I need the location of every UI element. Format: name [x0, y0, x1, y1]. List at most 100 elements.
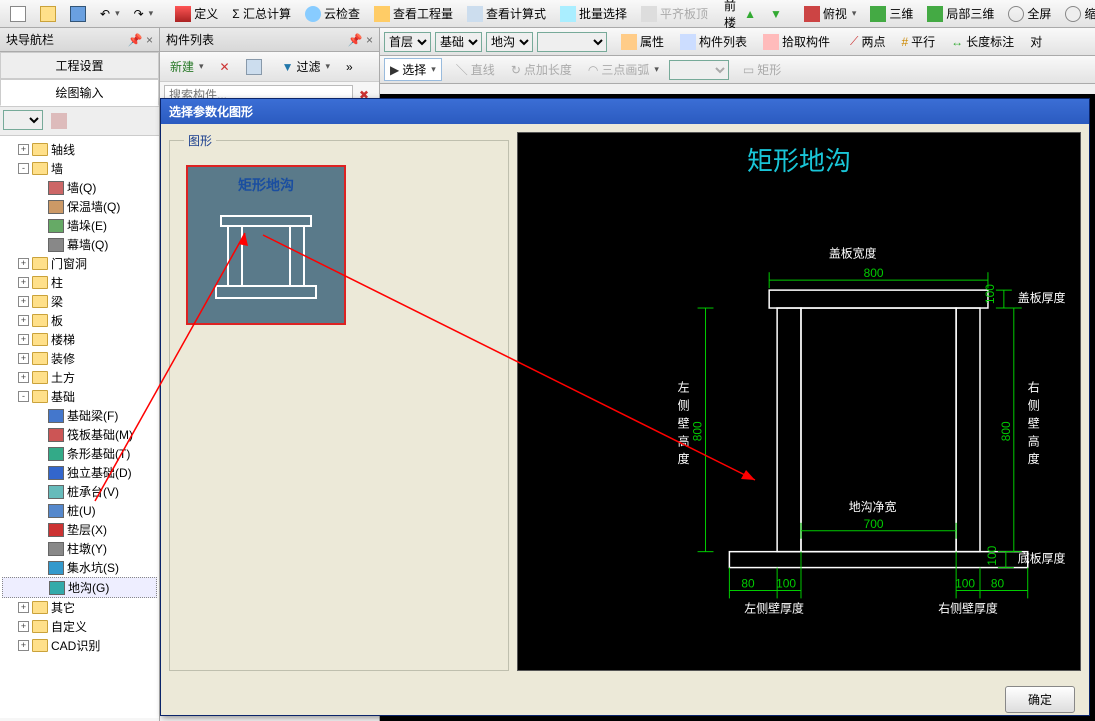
filter-button[interactable]: ▼ 过滤▾	[276, 55, 336, 78]
tree-item-6[interactable]: +门窗洞	[2, 254, 157, 273]
batch-select-button[interactable]: 批量选择	[554, 2, 633, 25]
component-tree[interactable]: +轴线-墙墙(Q)保温墙(Q)墙垛(E)幕墙(Q)+门窗洞+柱+梁+板+楼梯+装…	[0, 135, 159, 718]
perspective-button[interactable]: 俯视▾	[798, 2, 863, 25]
tree-item-19[interactable]: 桩(U)	[2, 501, 157, 520]
tab-draw-input[interactable]: 绘图输入	[0, 79, 159, 106]
tree-item-12[interactable]: +土方	[2, 368, 157, 387]
open-button[interactable]	[34, 3, 62, 25]
tree-item-25[interactable]: +自定义	[2, 617, 157, 636]
expand-icon[interactable]: +	[18, 372, 29, 383]
new-component-button[interactable]: 新建▾	[164, 55, 210, 78]
undo-button[interactable]: ↶▾	[94, 4, 126, 24]
type-select[interactable]: 地沟	[486, 32, 533, 52]
tree-item-7[interactable]: +柱	[2, 273, 157, 292]
folder-icon	[32, 601, 48, 614]
tree-item-4[interactable]: 墙垛(E)	[2, 216, 157, 235]
cloud-check-button[interactable]: 云检查	[299, 2, 366, 25]
tree-item-14[interactable]: 基础梁(F)	[2, 406, 157, 425]
expand-icon[interactable]: +	[18, 258, 29, 269]
floor-down-button[interactable]: ▼	[764, 4, 788, 24]
expand-icon[interactable]: +	[18, 602, 29, 613]
expand-icon[interactable]: -	[18, 391, 29, 402]
tree-item-17[interactable]: 独立基础(D)	[2, 463, 157, 482]
tree-item-0[interactable]: +轴线	[2, 140, 157, 159]
tree-item-9[interactable]: +板	[2, 311, 157, 330]
align-button[interactable]: 对	[1024, 30, 1048, 53]
expand-icon[interactable]: +	[18, 621, 29, 632]
shape-thumbnail[interactable]: 矩形地沟	[186, 165, 346, 325]
expand-icon[interactable]: -	[18, 163, 29, 174]
arc-len-button[interactable]: ↻点加长度	[505, 58, 578, 81]
tree-item-13[interactable]: -基础	[2, 387, 157, 406]
three-arc-button[interactable]: ◠三点画弧▾	[582, 58, 665, 81]
tree-item-8[interactable]: +梁	[2, 292, 157, 311]
expand-icon[interactable]: +	[18, 334, 29, 345]
instance-select[interactable]	[537, 32, 607, 52]
view-qty-button[interactable]: 查看工程量	[368, 2, 459, 25]
flat-top-button[interactable]: 平齐板顶	[635, 2, 714, 25]
tree-item-22[interactable]: 集水坑(S)	[2, 558, 157, 577]
view-calc-button[interactable]: 查看计算式	[461, 2, 552, 25]
tree-item-11[interactable]: +装修	[2, 349, 157, 368]
category-select[interactable]: 基础	[435, 32, 482, 52]
item-icon	[48, 466, 64, 480]
tree-item-24[interactable]: +其它	[2, 598, 157, 617]
svg-text:800: 800	[999, 421, 1013, 441]
save-button[interactable]	[64, 3, 92, 25]
expand-icon[interactable]: +	[18, 277, 29, 288]
tree-item-2[interactable]: 墙(Q)	[2, 178, 157, 197]
3d-button[interactable]: 三维	[864, 2, 919, 25]
property-button[interactable]: 属性	[615, 30, 670, 53]
tree-item-21[interactable]: 柱墩(Y)	[2, 539, 157, 558]
rect-tool-button[interactable]: ▭矩形	[737, 58, 787, 81]
expand-icon[interactable]: +	[18, 315, 29, 326]
two-point-button[interactable]: ⟋两点	[844, 30, 891, 53]
pin-icon[interactable]: 📌	[128, 33, 143, 47]
shape-group: 图形 矩形地沟	[169, 132, 509, 671]
folder-icon	[32, 620, 48, 633]
nav-tool-button[interactable]	[45, 110, 73, 132]
delete-button[interactable]: ✕	[214, 57, 236, 77]
close-icon[interactable]: ×	[366, 33, 373, 47]
tree-item-15[interactable]: 筏板基础(M)	[2, 425, 157, 444]
ok-button[interactable]: 确定	[1005, 686, 1075, 713]
parallel-button[interactable]: #平行	[895, 30, 941, 53]
tree-item-16[interactable]: 条形基础(T)	[2, 444, 157, 463]
tree-item-20[interactable]: 垫层(X)	[2, 520, 157, 539]
redo-button[interactable]: ↷▾	[128, 4, 160, 24]
tab-project-settings[interactable]: 工程设置	[0, 52, 159, 79]
close-icon[interactable]: ×	[146, 33, 153, 47]
tree-item-18[interactable]: 桩承台(V)	[2, 482, 157, 501]
expand-icon[interactable]: +	[18, 353, 29, 364]
tree-item-26[interactable]: +CAD识别	[2, 636, 157, 655]
tree-item-3[interactable]: 保温墙(Q)	[2, 197, 157, 216]
component-list-btn[interactable]: 构件列表	[674, 30, 753, 53]
folder-icon	[32, 143, 48, 156]
select-tool-button[interactable]: ▶ 选择▾	[384, 58, 442, 81]
expand-icon[interactable]: +	[18, 640, 29, 651]
draw-opt-select[interactable]	[669, 60, 729, 80]
expand-icon[interactable]: +	[18, 144, 29, 155]
nav-filter-select[interactable]	[3, 110, 43, 130]
define-button[interactable]: 定义	[169, 2, 224, 25]
tree-item-23[interactable]: 地沟(G)	[2, 577, 157, 598]
local-3d-button[interactable]: 局部三维	[921, 2, 1000, 25]
more-button[interactable]: »	[340, 57, 359, 77]
sum-calc-button[interactable]: Σ 汇总计算	[226, 2, 297, 25]
zoom-button[interactable]: 缩放▾	[1059, 2, 1095, 25]
pick-component-button[interactable]: 拾取构件	[757, 30, 836, 53]
tree-item-10[interactable]: +楼梯	[2, 330, 157, 349]
pin-icon[interactable]: 📌	[348, 33, 363, 47]
tree-label: 梁	[51, 293, 63, 310]
length-dim-button[interactable]: ↔长度标注	[945, 30, 1020, 53]
copy-button[interactable]	[240, 56, 268, 78]
tree-item-5[interactable]: 幕墙(Q)	[2, 235, 157, 254]
expand-icon[interactable]: +	[18, 296, 29, 307]
fullscreen-button[interactable]: 全屏	[1002, 2, 1057, 25]
new-doc-button[interactable]	[4, 3, 32, 25]
item-icon	[48, 409, 64, 423]
floor-up-button[interactable]: ▲	[738, 4, 762, 24]
tree-item-1[interactable]: -墙	[2, 159, 157, 178]
line-tool-button[interactable]: ＼直线	[450, 58, 501, 81]
floor-select[interactable]: 首层	[384, 32, 431, 52]
